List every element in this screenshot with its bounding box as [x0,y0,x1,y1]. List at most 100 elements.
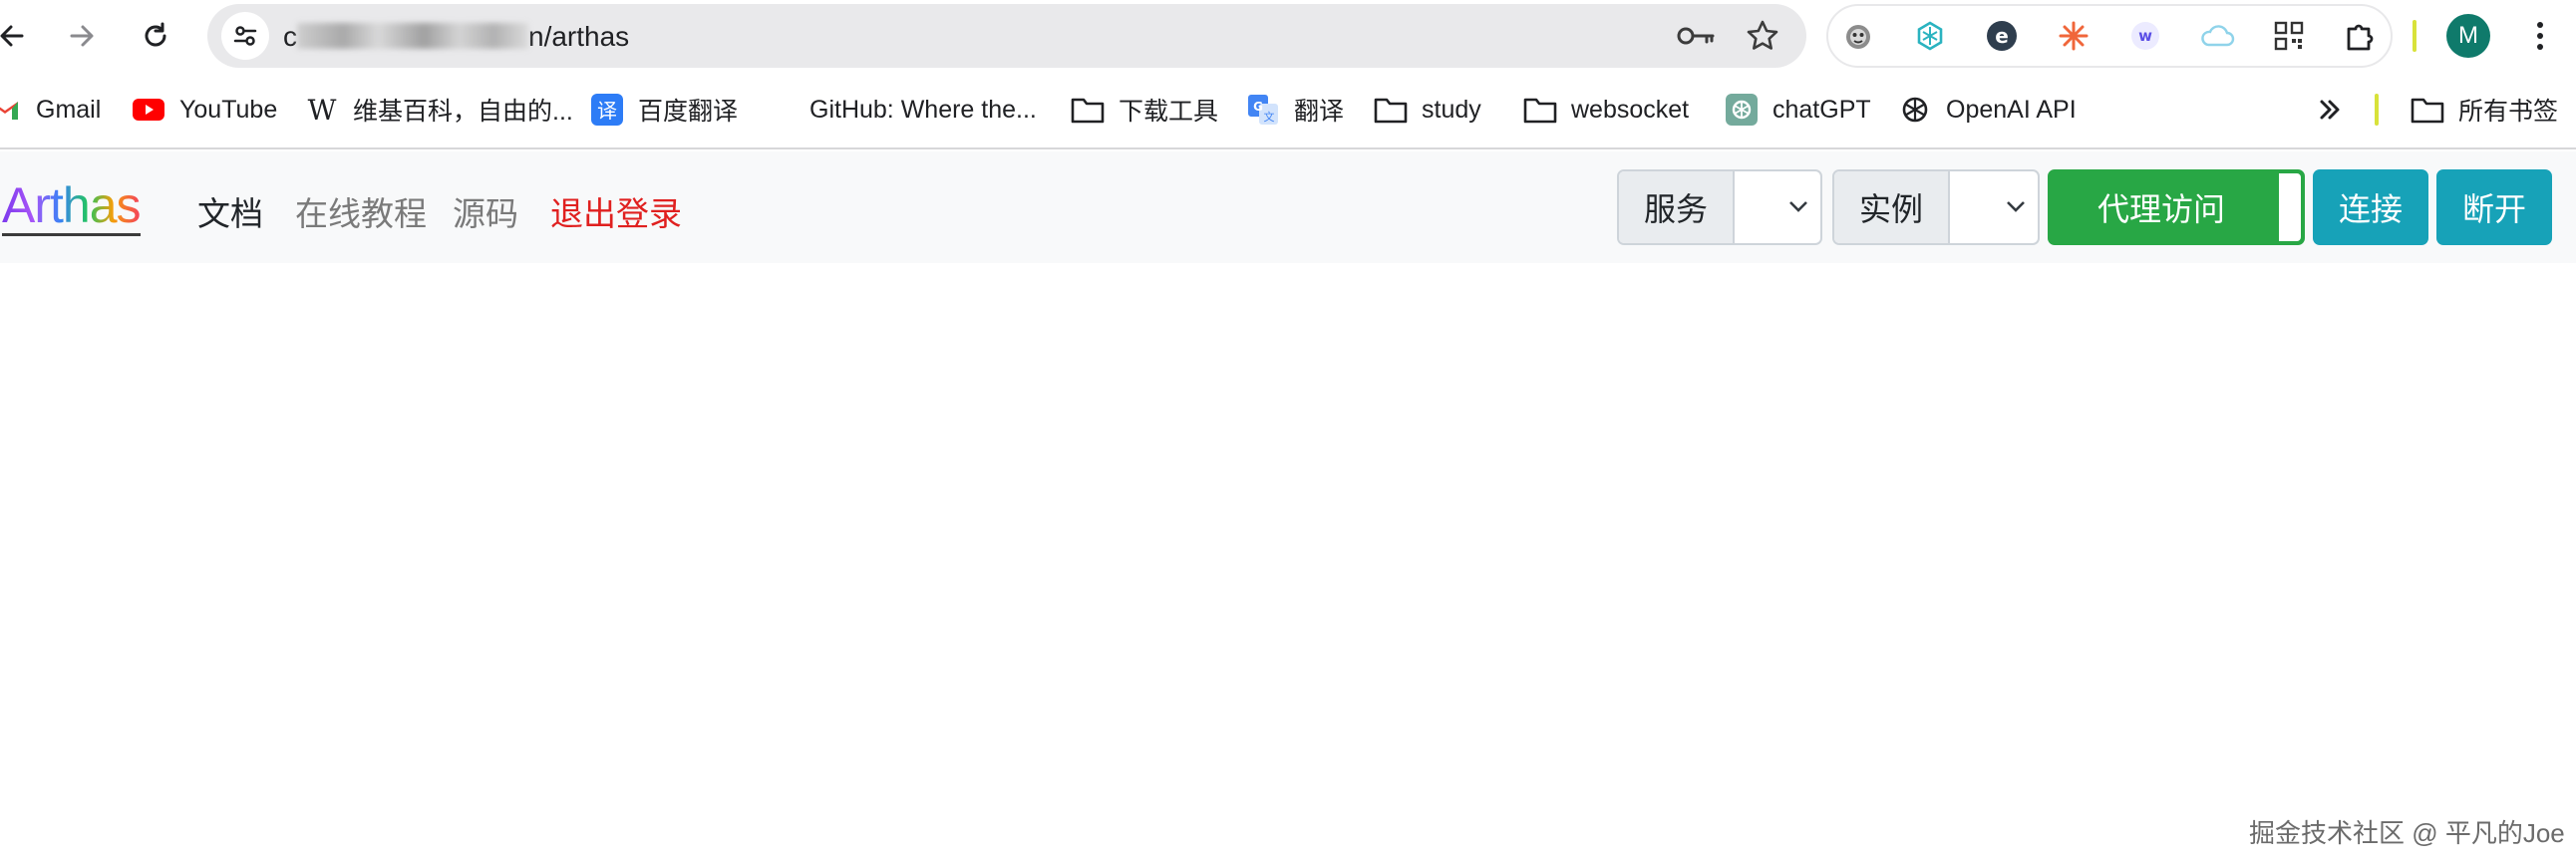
forward-button[interactable] [58,12,106,60]
service-label: 服务 [1619,171,1735,243]
qr-code-icon [2274,21,2304,51]
url-prefix: c [283,21,297,52]
bookmark-label: YouTube [179,95,278,124]
password-key-button[interactable] [1677,16,1717,56]
google-translate-icon: G文 [1246,93,1280,127]
bookmark-label: 所有书签 [2458,98,2559,126]
gmail-icon [0,93,22,127]
bookmark-label: OpenAI API [1946,95,2077,124]
puzzle-icon [2347,24,2374,51]
extension-6[interactable] [2197,16,2237,56]
watermark: 掘金技术社区 @ 平凡的Joe [2249,818,2565,848]
extensions-group: e w [1826,4,2393,68]
key-icon [1677,27,1715,45]
svg-text:译: 译 [597,99,617,123]
bookmark-chatgpt[interactable]: chatGPT [1725,90,1871,130]
nav-logout-link[interactable]: 退出登录 [550,187,682,235]
bookmark-folder-websocket[interactable]: websocket [1523,90,1689,130]
bookmark-wikipedia[interactable]: W 维基百科，自由的... [305,90,573,130]
bookmark-all-bookmarks[interactable]: 所有书签 [2411,90,2558,130]
bookmark-label: Gmail [36,95,102,124]
proxy-access-button[interactable]: 代理访问 [2048,169,2305,245]
bookmarks-divider [2375,94,2379,126]
bookmark-folder-study[interactable]: study [1374,90,1481,130]
bookmark-label: GitHub: Where the... [809,95,1037,124]
bookmark-label: study [1422,95,1481,124]
w-extension-icon: w [2131,22,2159,50]
proxy-access-label: 代理访问 [2096,191,2225,227]
wikipedia-icon: W [307,93,337,127]
service-select-group: 服务 [1617,169,1822,245]
arthas-logo[interactable]: Arthas [2,177,142,236]
bookmark-label: 维基百科，自由的... [353,98,573,126]
bookmark-baidu-translate[interactable]: 译 百度翻译 [590,90,738,130]
nav-source-link[interactable]: 源码 [453,187,518,235]
extension-3[interactable]: e [1982,16,2022,56]
disconnect-button[interactable]: 断开 [2436,169,2552,245]
bookmark-openai-api[interactable]: OpenAI API [1898,90,2077,130]
extension-2[interactable] [1910,16,1950,56]
bookmark-folder-download-tools[interactable]: 下载工具 [1071,90,1218,130]
forward-arrow-icon [70,25,94,47]
instance-select[interactable] [1950,171,2038,243]
youtube-icon [132,93,165,127]
double-chevron-right-icon [2320,100,2340,120]
extension-7[interactable] [2269,16,2309,56]
chevron-down-icon [2007,201,2025,212]
bookmark-label: 翻译 [1294,98,1345,126]
back-button[interactable] [0,12,36,60]
service-select[interactable] [1735,171,1820,243]
tune-icon [233,26,257,46]
folder-icon [2411,93,2444,127]
back-arrow-icon [0,25,24,47]
svg-text:e: e [1995,24,2009,48]
bookmark-label: chatGPT [1772,95,1871,124]
svg-text:w: w [2138,27,2152,45]
url-suffix: n/arthas [528,21,630,52]
cloud-extension-icon [2201,25,2235,47]
openai-icon [1898,93,1932,127]
extension-4[interactable] [2054,16,2093,56]
folder-icon [1523,93,1557,127]
extensions-menu-button[interactable] [2341,16,2381,56]
nav-tutorial-link[interactable]: 在线教程 [295,187,427,235]
sparkle-extension-icon [2059,21,2089,51]
hexagon-extension-icon [1917,21,1943,51]
folder-icon [1374,93,1408,127]
site-info-button[interactable] [221,12,269,60]
bookmark-star-button[interactable] [1743,16,1782,56]
bookmark-gmail[interactable]: Gmail [0,90,101,130]
nav-docs-link[interactable]: 文档 [197,187,263,235]
folder-icon [1071,93,1105,127]
monkey-extension-icon [1846,25,1870,49]
kebab-menu-icon [2537,22,2543,50]
bookmarks-overflow-button[interactable] [2317,90,2343,130]
arthas-navbar: Arthas 文档 在线教程 源码 退出登录 服务 实例 代理访问 连接 断开 [0,151,2576,263]
svg-text:文: 文 [1264,110,1275,124]
connect-button[interactable]: 连接 [2313,169,2428,245]
bookmark-youtube[interactable]: YouTube [132,90,277,130]
extension-1[interactable] [1838,16,1878,56]
url-text[interactable]: c n/arthas [283,21,629,53]
bookmark-github[interactable]: GitHub: Where the... [762,90,1037,130]
bookmark-label: 百度翻译 [638,98,739,126]
reload-icon [145,22,166,47]
profile-avatar[interactable]: M [2446,14,2490,58]
bookmark-label: 下载工具 [1119,98,1219,126]
address-bar[interactable]: c n/arthas [207,4,1806,68]
baidu-translate-icon: 译 [590,93,624,127]
instance-label: 实例 [1834,171,1950,243]
proxy-toggle[interactable] [2277,171,2303,243]
star-icon [1747,20,1778,50]
browser-menu-button[interactable] [2516,12,2564,60]
extension-5[interactable]: w [2125,16,2165,56]
bookmark-translate[interactable]: G文 翻译 [1246,90,1344,130]
reload-button[interactable] [132,12,179,60]
e-extension-icon: e [1987,21,2017,51]
bookmark-label: websocket [1571,95,1690,124]
chevron-down-icon [1789,201,1807,212]
toolbar-divider [2413,20,2416,52]
browser-toolbar: c n/arthas e w M [0,0,2576,72]
svg-text:G: G [1253,100,1263,114]
chatgpt-icon [1725,93,1759,127]
